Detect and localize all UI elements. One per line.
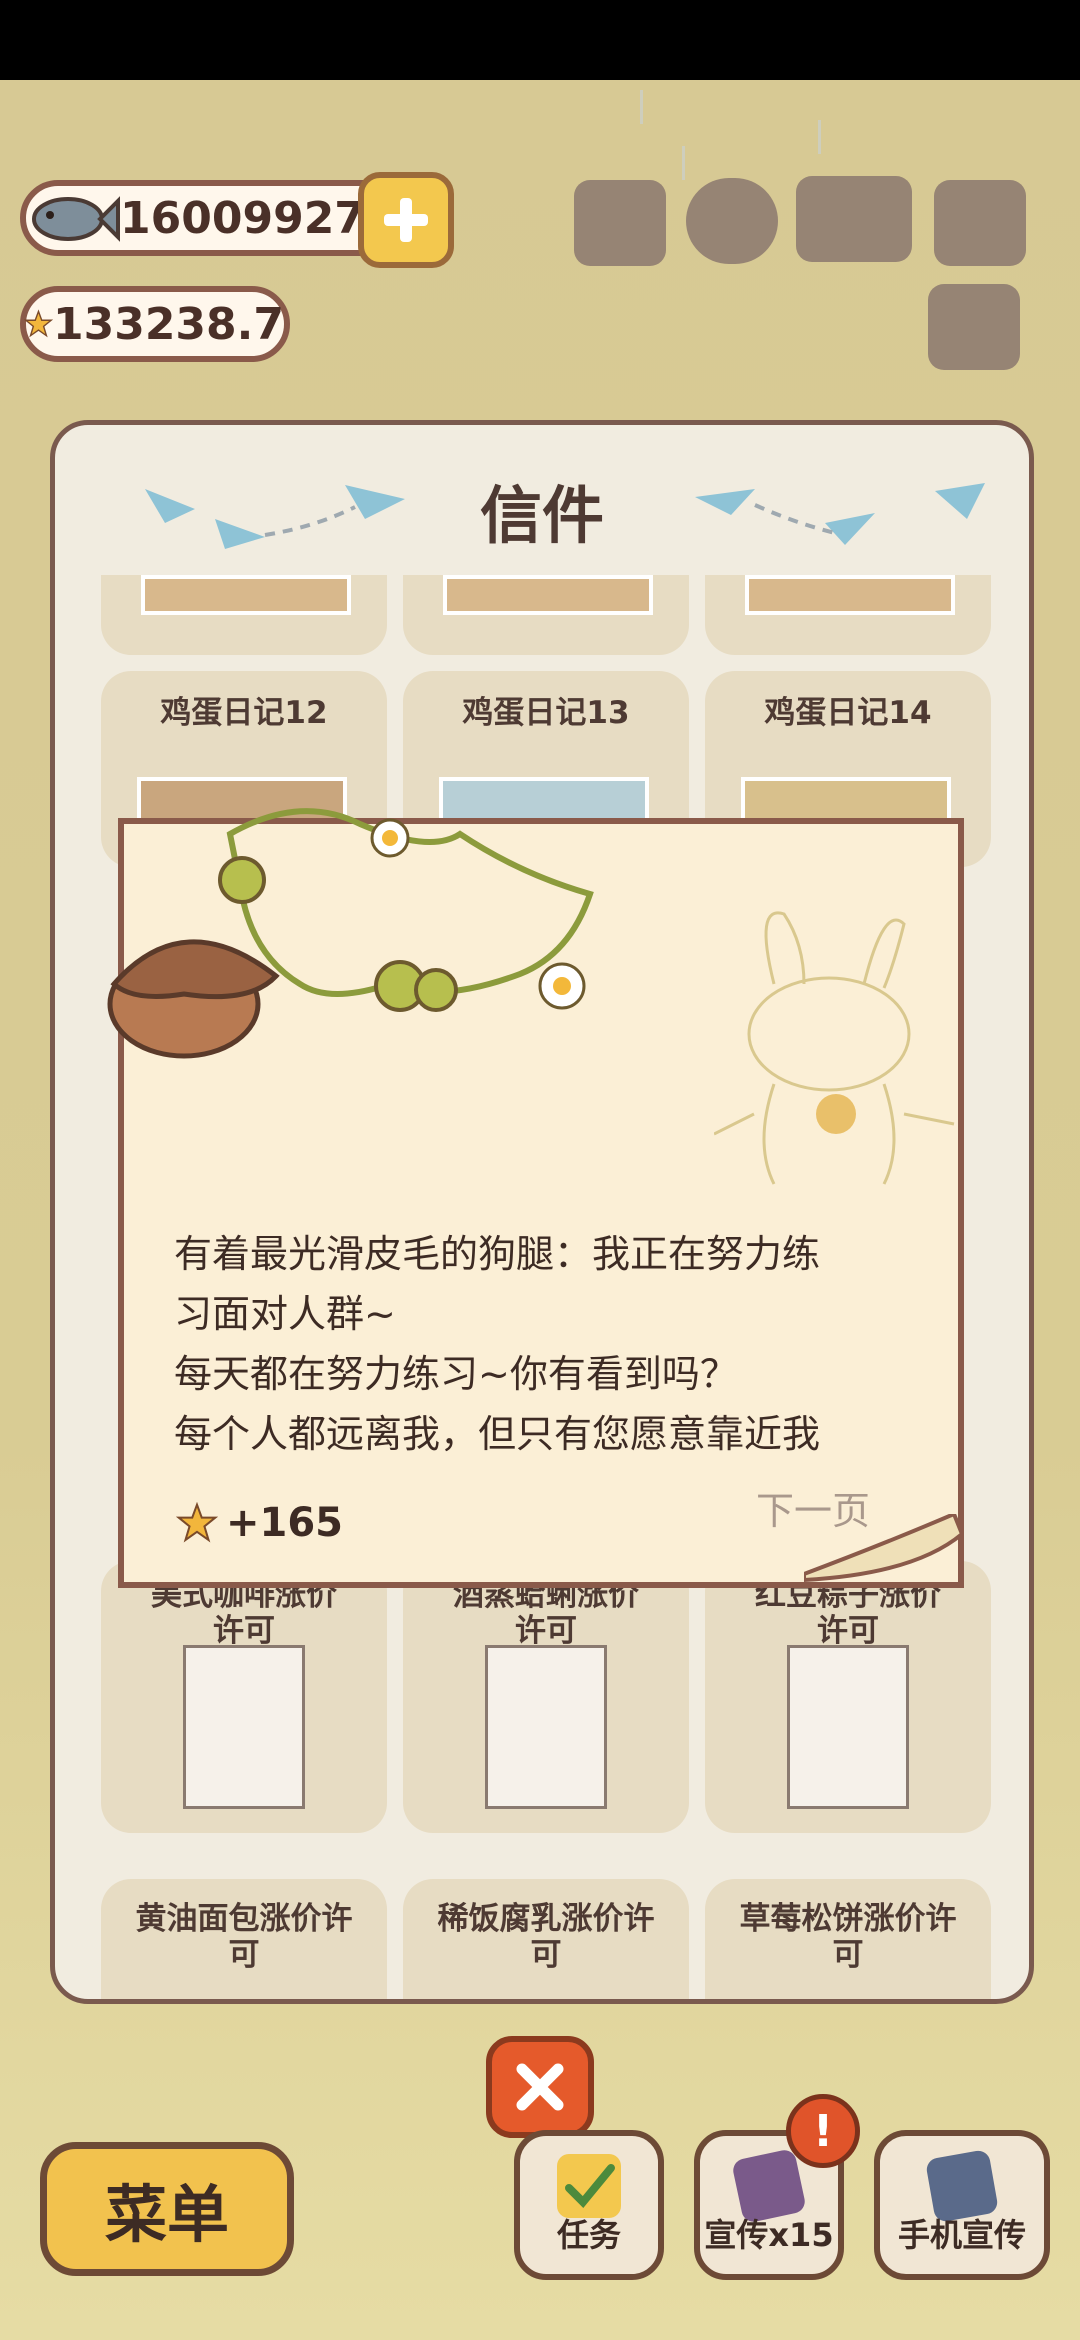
letter-card[interactable]: 酒蒸蛤蜊涨价许可: [403, 1561, 689, 1833]
ranking-icon[interactable]: [574, 180, 666, 266]
letter-message: 有着最光滑皮毛的狗腿：我正在努力练 习面对人群~ 每天都在努力练习~你有看到吗？…: [174, 1232, 821, 1456]
bunny-drawing-icon: [714, 911, 955, 1185]
card-title: 稀饭腐乳涨价许可: [437, 1901, 655, 1973]
letter-popup: 有着最光滑皮毛的狗腿：我正在努力练 习面对人群~ 每天都在努力练习~你有看到吗？…: [107, 808, 964, 1588]
phone-promote-button[interactable]: 手机宣传: [874, 2130, 1050, 2280]
fish-icon: [32, 196, 120, 242]
close-icon: [516, 2063, 564, 2111]
card-title: 鸡蛋日记14: [764, 695, 932, 731]
paper-plane-right-icon: [695, 483, 985, 545]
fish-count: 16009927: [120, 192, 365, 244]
menu-button[interactable]: 菜单: [40, 2142, 294, 2276]
tasks-button[interactable]: 任务: [514, 2130, 664, 2280]
letter-card[interactable]: 稀饭腐乳涨价许可: [403, 1879, 689, 1999]
add-currency-button[interactable]: [358, 172, 454, 268]
card-title: 鸡蛋日记12: [160, 695, 328, 731]
letter-card[interactable]: [705, 575, 991, 655]
card-title: 鸡蛋日记13: [462, 695, 630, 731]
settings-gear-icon[interactable]: [686, 178, 778, 264]
newspaper-icon[interactable]: [928, 284, 1020, 370]
star-currency-chip: 133238.7: [20, 286, 290, 362]
paper-curl-decoration: [804, 1514, 964, 1583]
acorn-vine-decoration-icon: [107, 808, 594, 1059]
letter-card[interactable]: [403, 575, 689, 655]
letter-card[interactable]: [101, 575, 387, 655]
card-title: 黄油面包涨价许可: [135, 1901, 353, 1973]
letter-reward: +165: [176, 1500, 343, 1546]
star-icon: [24, 309, 53, 338]
letter-card[interactable]: 美式咖啡涨价许可: [101, 1561, 387, 1833]
alert-badge-icon: !: [786, 2094, 860, 2168]
document-icon: [485, 1645, 607, 1809]
paper-plane-left-icon: [145, 485, 405, 549]
album-book-icon[interactable]: [796, 176, 912, 262]
letter-card[interactable]: 黄油面包涨价许可: [101, 1879, 387, 1999]
letter-card[interactable]: 红豆粽子涨价许可: [705, 1561, 991, 1833]
document-icon: [183, 1645, 305, 1809]
checklist-icon: [557, 2154, 621, 2218]
fish-currency-chip: 16009927: [20, 180, 412, 256]
document-icon: [787, 1645, 909, 1809]
camera-icon[interactable]: [934, 180, 1026, 266]
letter-card[interactable]: 草莓松饼涨价许可: [705, 1879, 991, 1999]
star-count: 133238.7: [52, 298, 284, 350]
status-bar: [0, 0, 1080, 80]
close-button[interactable]: [486, 2036, 594, 2138]
star-icon: [176, 1502, 218, 1543]
plus-icon: [384, 198, 428, 242]
card-title: 草莓松饼涨价许可: [739, 1901, 957, 1973]
